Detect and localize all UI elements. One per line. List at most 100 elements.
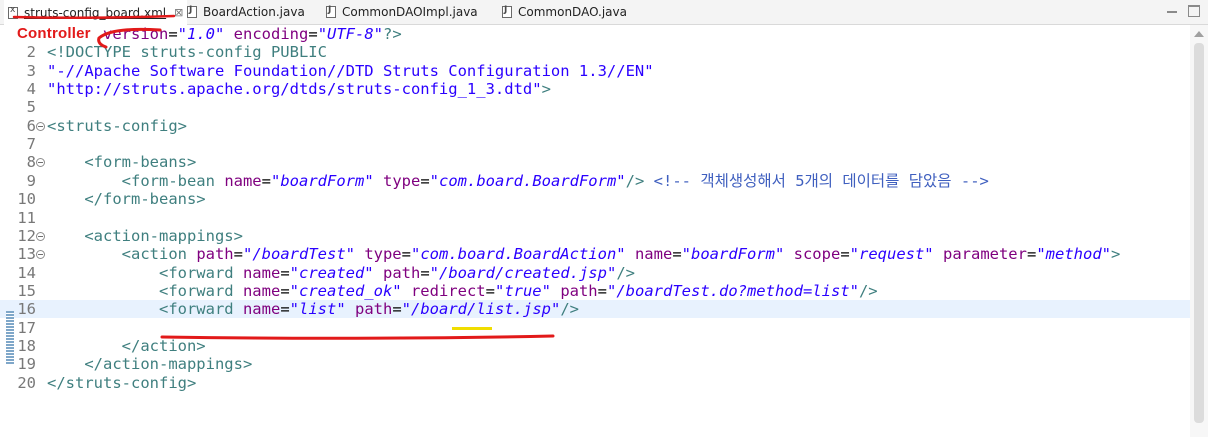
code-token: > [1110, 245, 1121, 264]
scroll-up-arrow-icon[interactable] [1194, 31, 1204, 37]
code-line[interactable]: 11 [0, 209, 1190, 227]
line-number: 9 [26, 171, 36, 190]
tab-boardaction-java[interactable]: BoardAction.java [187, 0, 305, 24]
tab-commondao-java[interactable]: CommonDAO.java [502, 0, 627, 24]
code-token: /> [858, 281, 878, 300]
code-token: name [233, 300, 281, 319]
code-line[interactable]: 7 [0, 135, 1190, 153]
change-marker [6, 311, 14, 365]
code-token: = [672, 245, 682, 264]
xml-file-icon [8, 5, 18, 19]
code-token: parameter [933, 245, 1027, 264]
code-line[interactable]: 5 [0, 98, 1190, 116]
java-file-icon [326, 5, 336, 18]
code-token: "method" [1036, 245, 1111, 264]
code-token: ?> [383, 25, 402, 43]
tab-label: CommonDAOImpl.java [342, 5, 478, 19]
code-token: <forward [158, 281, 234, 300]
code-text: <!DOCTYPE struts-config PUBLIC [47, 43, 327, 61]
code-text: "http://struts.apache.org/dtds/struts-co… [47, 80, 551, 98]
annotation-label-controller: Controller [15, 25, 93, 42]
code-token: </action-mappings> [84, 355, 253, 374]
code-token: = [840, 245, 850, 264]
vertical-scrollbar[interactable] [1190, 25, 1208, 437]
code-token: </action> [121, 336, 206, 355]
tab-label: struts-config_board.xml [24, 5, 167, 20]
code-token: = [280, 263, 290, 282]
code-text: <forward name="created_ok" redirect="tru… [47, 282, 878, 300]
minimize-icon[interactable] [1166, 5, 1178, 17]
code-token: "/boardTest" [243, 245, 355, 264]
line-number: 7 [26, 135, 36, 154]
fold-toggle-icon[interactable] [36, 250, 45, 260]
tab-commondaoimpl-java[interactable]: CommonDAOImpl.java [326, 0, 478, 24]
line-number: 15 [17, 281, 36, 300]
code-token: <form-beans> [84, 153, 197, 172]
code-text: <action path="/boardTest" type="com.boar… [47, 245, 1121, 264]
code-token: /> [616, 263, 635, 282]
line-number: 8 [26, 153, 36, 172]
highlighter-mark [452, 327, 492, 330]
tab-label: CommonDAO.java [518, 5, 627, 19]
code-line[interactable]: 8 <form-beans> [0, 153, 1190, 171]
code-line[interactable]: 13 <action path="/boardTest" type="com.b… [0, 245, 1190, 263]
tab-struts-config-board-xml[interactable]: struts-config_board.xml ⊠ [4, 0, 188, 25]
code-line[interactable]: 17 [0, 319, 1190, 337]
code-token: = [168, 25, 178, 43]
line-number: 12 [17, 226, 36, 245]
code-token: /> [560, 300, 579, 319]
code-line[interactable]: 9 <form-bean name="boardForm" type="com.… [0, 172, 1190, 190]
code-token: encoding [224, 25, 309, 43]
code-line[interactable]: 4 "http://struts.apache.org/dtds/struts-c… [0, 80, 1190, 98]
code-line[interactable]: 15 <forward name="created_ok" redirect="… [0, 282, 1190, 300]
code-text: <form-bean name="boardForm" type="com.bo… [47, 172, 989, 190]
code-line[interactable]: 6 <struts-config> [0, 117, 1190, 135]
code-line[interactable]: 14 <forward name="created" path="/board/… [0, 264, 1190, 282]
line-number: 11 [17, 208, 36, 227]
editor-tab-bar: struts-config_board.xml ⊠ BoardAction.ja… [0, 0, 1208, 25]
code-line[interactable]: 20 </struts-config> [0, 374, 1190, 392]
code-token: name [214, 171, 262, 190]
code-token: "http://struts.apache.org/dtds/struts-co… [47, 80, 542, 99]
code-token: = [485, 281, 495, 300]
code-editor[interactable]: 1<?xml version="1.0" encoding="UTF-8"?>2… [0, 25, 1190, 437]
code-text: <action-mappings> [47, 227, 243, 245]
fold-toggle-icon[interactable] [36, 158, 45, 168]
code-line[interactable]: 10 </form-beans> [0, 190, 1190, 208]
code-token: "com.board.BoardAction" [411, 245, 626, 264]
code-token: "/board/list.jsp" [401, 300, 561, 319]
code-token: "UTF-8" [317, 25, 384, 43]
code-line[interactable]: 16 <forward name="list" path="/board/lis… [0, 300, 1190, 319]
code-line[interactable]: 2 <!DOCTYPE struts-config PUBLIC [0, 43, 1190, 61]
code-text: <struts-config> [47, 117, 187, 135]
line-number: 5 [26, 98, 36, 117]
code-line[interactable]: 12 <action-mappings> [0, 227, 1190, 245]
fold-toggle-icon[interactable] [36, 121, 45, 131]
code-token: path [373, 263, 421, 282]
code-line[interactable]: 18 </action> [0, 337, 1190, 355]
code-token: redirect [401, 281, 486, 300]
line-number: 6 [26, 116, 36, 135]
close-icon[interactable]: ⊠ [174, 6, 183, 19]
code-token: = [280, 300, 290, 319]
scroll-thumb[interactable] [1194, 43, 1204, 423]
line-number: 3 [26, 61, 36, 80]
code-line[interactable]: 3 "-//Apache Software Foundation//DTD Str… [0, 62, 1190, 80]
code-token: = [401, 245, 411, 264]
fold-toggle-icon[interactable] [36, 231, 45, 241]
code-token: path [345, 300, 393, 319]
code-line[interactable]: 19 </action-mappings> [0, 355, 1190, 373]
code-token: <action-mappings> [84, 226, 243, 245]
code-token: > [541, 80, 551, 99]
maximize-icon[interactable] [1188, 5, 1200, 17]
code-text: </struts-config> [47, 374, 196, 392]
code-text: </form-beans> [47, 190, 205, 208]
code-line[interactable]: 1<?xml version="1.0" encoding="UTF-8"?> [0, 25, 1190, 43]
